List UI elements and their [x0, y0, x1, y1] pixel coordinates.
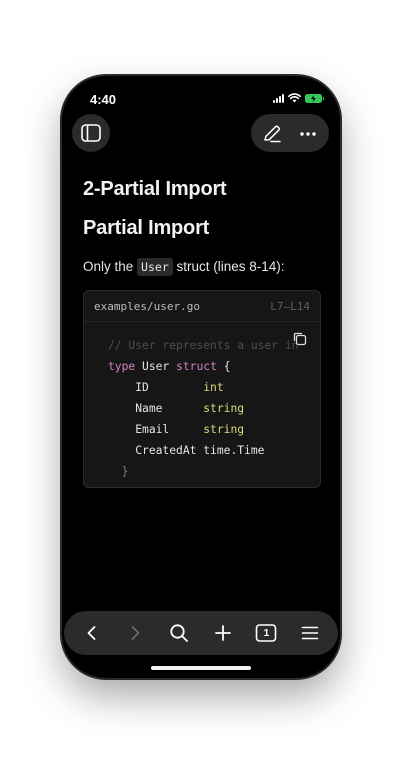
chevron-left-icon	[87, 626, 96, 640]
wifi-icon	[288, 93, 301, 103]
edit-more-group	[251, 114, 329, 152]
search-button[interactable]	[164, 618, 194, 648]
code-field-type: time.Time	[203, 444, 265, 457]
status-time: 4:40	[90, 92, 117, 107]
code-field-type: string	[203, 423, 245, 436]
pencil-icon	[264, 125, 281, 143]
code-field: CreatedAt	[135, 444, 197, 457]
code-block: examples/user.go L7–L14 // User represen…	[83, 290, 321, 488]
code-filename: examples/user.go	[94, 299, 200, 313]
chevron-right-icon	[132, 626, 140, 640]
menu-button[interactable]	[295, 618, 325, 648]
tabs-button[interactable]: 1	[251, 618, 281, 648]
code-field-type: string	[203, 402, 245, 415]
heading-sub: Partial Import	[83, 217, 210, 239]
back-button[interactable]	[77, 618, 107, 648]
forward-button[interactable]	[120, 618, 150, 648]
menu-icon	[301, 626, 319, 640]
code-field: ID	[135, 381, 149, 394]
edit-button[interactable]	[261, 123, 283, 145]
inline-code: User	[137, 258, 173, 276]
sidebar-button[interactable]	[72, 114, 110, 152]
code-field: Email	[135, 423, 170, 436]
code-line-range: L7–L14	[270, 299, 310, 313]
paragraph: Only the User struct (lines 8-14):	[83, 258, 285, 276]
battery-icon	[305, 93, 324, 103]
sidebar-icon	[81, 124, 101, 142]
code-brace: }	[121, 465, 129, 478]
code-body: // User represents a user in type User s…	[108, 335, 298, 482]
phone-frame: 4:40 2-Partial Import Partial Import Onl…	[62, 76, 340, 678]
plus-icon	[214, 625, 231, 641]
copy-button[interactable]	[292, 331, 307, 346]
home-indicator	[151, 666, 251, 670]
code-keyword: type	[108, 360, 136, 373]
add-button[interactable]	[208, 618, 238, 648]
code-type-name: User	[142, 360, 170, 373]
more-button[interactable]	[297, 123, 319, 145]
copy-icon	[293, 332, 307, 346]
cellular-signal-icon	[273, 93, 284, 103]
paragraph-prefix: Only the	[83, 259, 134, 274]
code-header: examples/user.go L7–L14	[84, 291, 320, 322]
bottom-toolbar: 1	[64, 611, 338, 655]
tab-count: 1	[263, 627, 270, 639]
code-field: Name	[135, 402, 163, 415]
code-keyword: struct	[176, 360, 217, 373]
code-brace: {	[223, 360, 231, 373]
search-icon	[170, 624, 189, 642]
code-field-type: int	[203, 381, 224, 394]
ellipsis-icon	[300, 132, 316, 136]
status-icons	[273, 93, 324, 103]
code-comment: // User represents a user in	[108, 339, 299, 352]
paragraph-suffix: struct (lines 8-14):	[176, 259, 285, 274]
heading-main: 2-Partial Import	[83, 178, 227, 200]
